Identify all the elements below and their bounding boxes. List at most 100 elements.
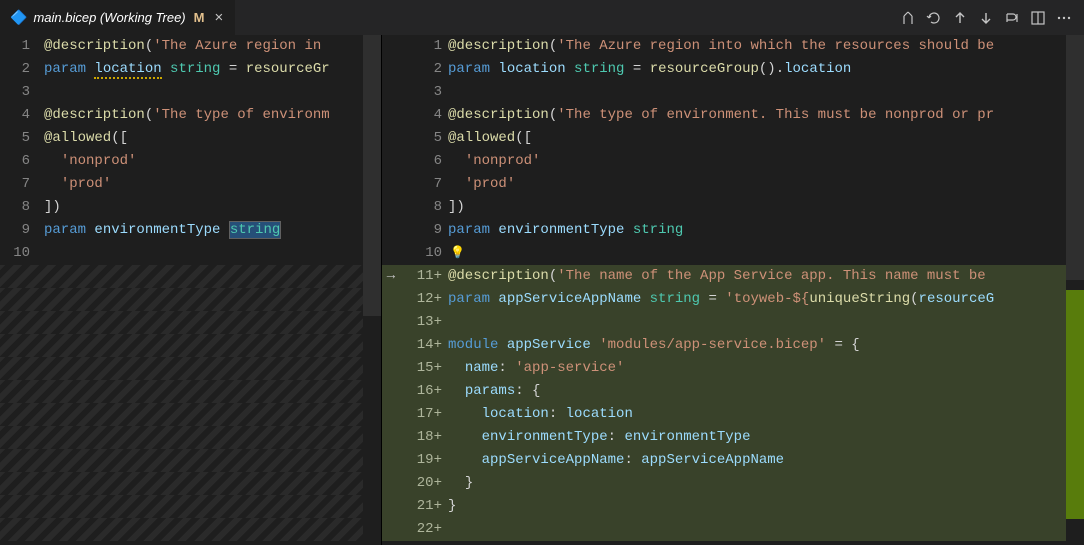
- code-line[interactable]: 7 'prod': [382, 173, 1084, 196]
- line-number: 14+: [400, 334, 448, 357]
- lightbulb-icon[interactable]: 💡: [448, 246, 465, 260]
- line-number: 1: [400, 35, 448, 58]
- code-line[interactable]: 21+ }: [382, 495, 1084, 518]
- code-content[interactable]: param location string = resourceGroup().…: [448, 58, 1084, 81]
- whitespace-icon[interactable]: [1000, 6, 1024, 30]
- code-content[interactable]: @description('The name of the App Servic…: [448, 265, 1084, 288]
- minimap-right[interactable]: [1066, 35, 1084, 545]
- code-line[interactable]: 10: [0, 242, 381, 265]
- line-number: 5: [400, 127, 448, 150]
- revert-icon[interactable]: [922, 6, 946, 30]
- diff-filler: [0, 311, 381, 334]
- code-content[interactable]: @allowed([: [44, 127, 381, 150]
- code-line[interactable]: 19+ appServiceAppName: appServiceAppName: [382, 449, 1084, 472]
- code-line[interactable]: 16+ params: {: [382, 380, 1084, 403]
- code-content[interactable]: module appService 'modules/app-service.b…: [448, 334, 1084, 357]
- line-number: 12+: [400, 288, 448, 311]
- code-line[interactable]: 10 💡: [382, 242, 1084, 265]
- file-tree-icon[interactable]: [896, 6, 920, 30]
- code-line[interactable]: 15+ name: 'app-service': [382, 357, 1084, 380]
- code-content[interactable]: }: [448, 472, 1084, 495]
- code-content[interactable]: ]): [44, 196, 381, 219]
- code-line[interactable]: 1 @description('The Azure region in: [0, 35, 381, 58]
- code-line[interactable]: 9 param environmentType string: [382, 219, 1084, 242]
- code-line[interactable]: 6 'nonprod': [382, 150, 1084, 173]
- line-number: 18+: [400, 426, 448, 449]
- code-line[interactable]: 4 @description('The type of environment.…: [382, 104, 1084, 127]
- code-content[interactable]: @description('The type of environm: [44, 104, 381, 127]
- code-line[interactable]: 3: [382, 81, 1084, 104]
- code-line[interactable]: 18+ environmentType: environmentType: [382, 426, 1084, 449]
- line-number: 22+: [400, 518, 448, 541]
- minimap-left[interactable]: [363, 35, 381, 545]
- line-number: 5: [0, 127, 44, 150]
- code-content[interactable]: @description('The Azure region in: [44, 35, 381, 58]
- diff-filler: [0, 449, 381, 472]
- code-content[interactable]: @description('The type of environment. T…: [448, 104, 1084, 127]
- code-content[interactable]: appServiceAppName: appServiceAppName: [448, 449, 1084, 472]
- code-line[interactable]: 2 param location string = resourceGr: [0, 58, 381, 81]
- code-line[interactable]: 8 ]): [0, 196, 381, 219]
- line-number: 19+: [400, 449, 448, 472]
- line-number: 10: [400, 242, 448, 265]
- code-content[interactable]: params: {: [448, 380, 1084, 403]
- code-content[interactable]: environmentType: environmentType: [448, 426, 1084, 449]
- code-line[interactable]: 14+ module appService 'modules/app-servi…: [382, 334, 1084, 357]
- code-line[interactable]: 12+ param appServiceAppName string = 'to…: [382, 288, 1084, 311]
- code-content[interactable]: 'prod': [44, 173, 381, 196]
- line-number: 9: [0, 219, 44, 242]
- diff-filler: [0, 334, 381, 357]
- code-line[interactable]: 22+: [382, 518, 1084, 541]
- code-line[interactable]: 9 param environmentType string: [0, 219, 381, 242]
- code-line[interactable]: → 11+ @description('The name of the App …: [382, 265, 1084, 288]
- close-icon[interactable]: ×: [210, 9, 227, 26]
- more-actions-icon[interactable]: [1052, 6, 1076, 30]
- code-line[interactable]: 6 'nonprod': [0, 150, 381, 173]
- code-content[interactable]: ]): [448, 196, 1084, 219]
- diff-modified-pane[interactable]: 1 @description('The Azure region into wh…: [382, 35, 1084, 545]
- code-content[interactable]: 'prod': [448, 173, 1084, 196]
- line-number: 17+: [400, 403, 448, 426]
- gutter-arrow-icon: →: [382, 265, 400, 288]
- code-line[interactable]: 8 ]): [382, 196, 1084, 219]
- code-line[interactable]: 4 @description('The type of environm: [0, 104, 381, 127]
- diff-filler: [0, 357, 381, 380]
- code-line[interactable]: 17+ location: location: [382, 403, 1084, 426]
- diff-filler: [0, 518, 381, 541]
- code-content[interactable]: 'nonprod': [448, 150, 1084, 173]
- code-content[interactable]: param location string = resourceGr: [44, 58, 381, 81]
- code-content[interactable]: @allowed([: [448, 127, 1084, 150]
- code-content[interactable]: param appServiceAppName string = 'toyweb…: [448, 288, 1084, 311]
- diff-original-pane[interactable]: 1 @description('The Azure region in 2 pa…: [0, 35, 382, 545]
- code-content[interactable]: location: location: [448, 403, 1084, 426]
- line-number: 13+: [400, 311, 448, 334]
- code-content[interactable]: 'nonprod': [44, 150, 381, 173]
- code-line[interactable]: 5 @allowed([: [0, 127, 381, 150]
- code-line[interactable]: 13+: [382, 311, 1084, 334]
- code-line[interactable]: 7 'prod': [0, 173, 381, 196]
- code-content[interactable]: name: 'app-service': [448, 357, 1084, 380]
- code-content[interactable]: @description('The Azure region into whic…: [448, 35, 1084, 58]
- diff-filler: [0, 380, 381, 403]
- code-content[interactable]: param environmentType string: [44, 219, 381, 242]
- prev-change-icon[interactable]: [948, 6, 972, 30]
- code-line[interactable]: 1 @description('The Azure region into wh…: [382, 35, 1084, 58]
- code-content[interactable]: }: [448, 495, 1084, 518]
- code-content[interactable]: param environmentType string: [448, 219, 1084, 242]
- code-line[interactable]: 20+ }: [382, 472, 1084, 495]
- split-editor-icon[interactable]: [1026, 6, 1050, 30]
- line-number: 10: [0, 242, 44, 265]
- code-line[interactable]: 2 param location string = resourceGroup(…: [382, 58, 1084, 81]
- code-content[interactable]: 💡: [448, 242, 1084, 265]
- code-line[interactable]: 3: [0, 81, 381, 104]
- editor-tab[interactable]: 🔷 main.bicep (Working Tree) M ×: [0, 0, 236, 35]
- code-line[interactable]: 5 @allowed([: [382, 127, 1084, 150]
- diff-filler: [0, 288, 381, 311]
- line-number: 4: [0, 104, 44, 127]
- line-number: 16+: [400, 380, 448, 403]
- line-number: 3: [0, 81, 44, 104]
- line-number: 1: [0, 35, 44, 58]
- diff-filler: [0, 403, 381, 426]
- next-change-icon[interactable]: [974, 6, 998, 30]
- line-number: 7: [0, 173, 44, 196]
